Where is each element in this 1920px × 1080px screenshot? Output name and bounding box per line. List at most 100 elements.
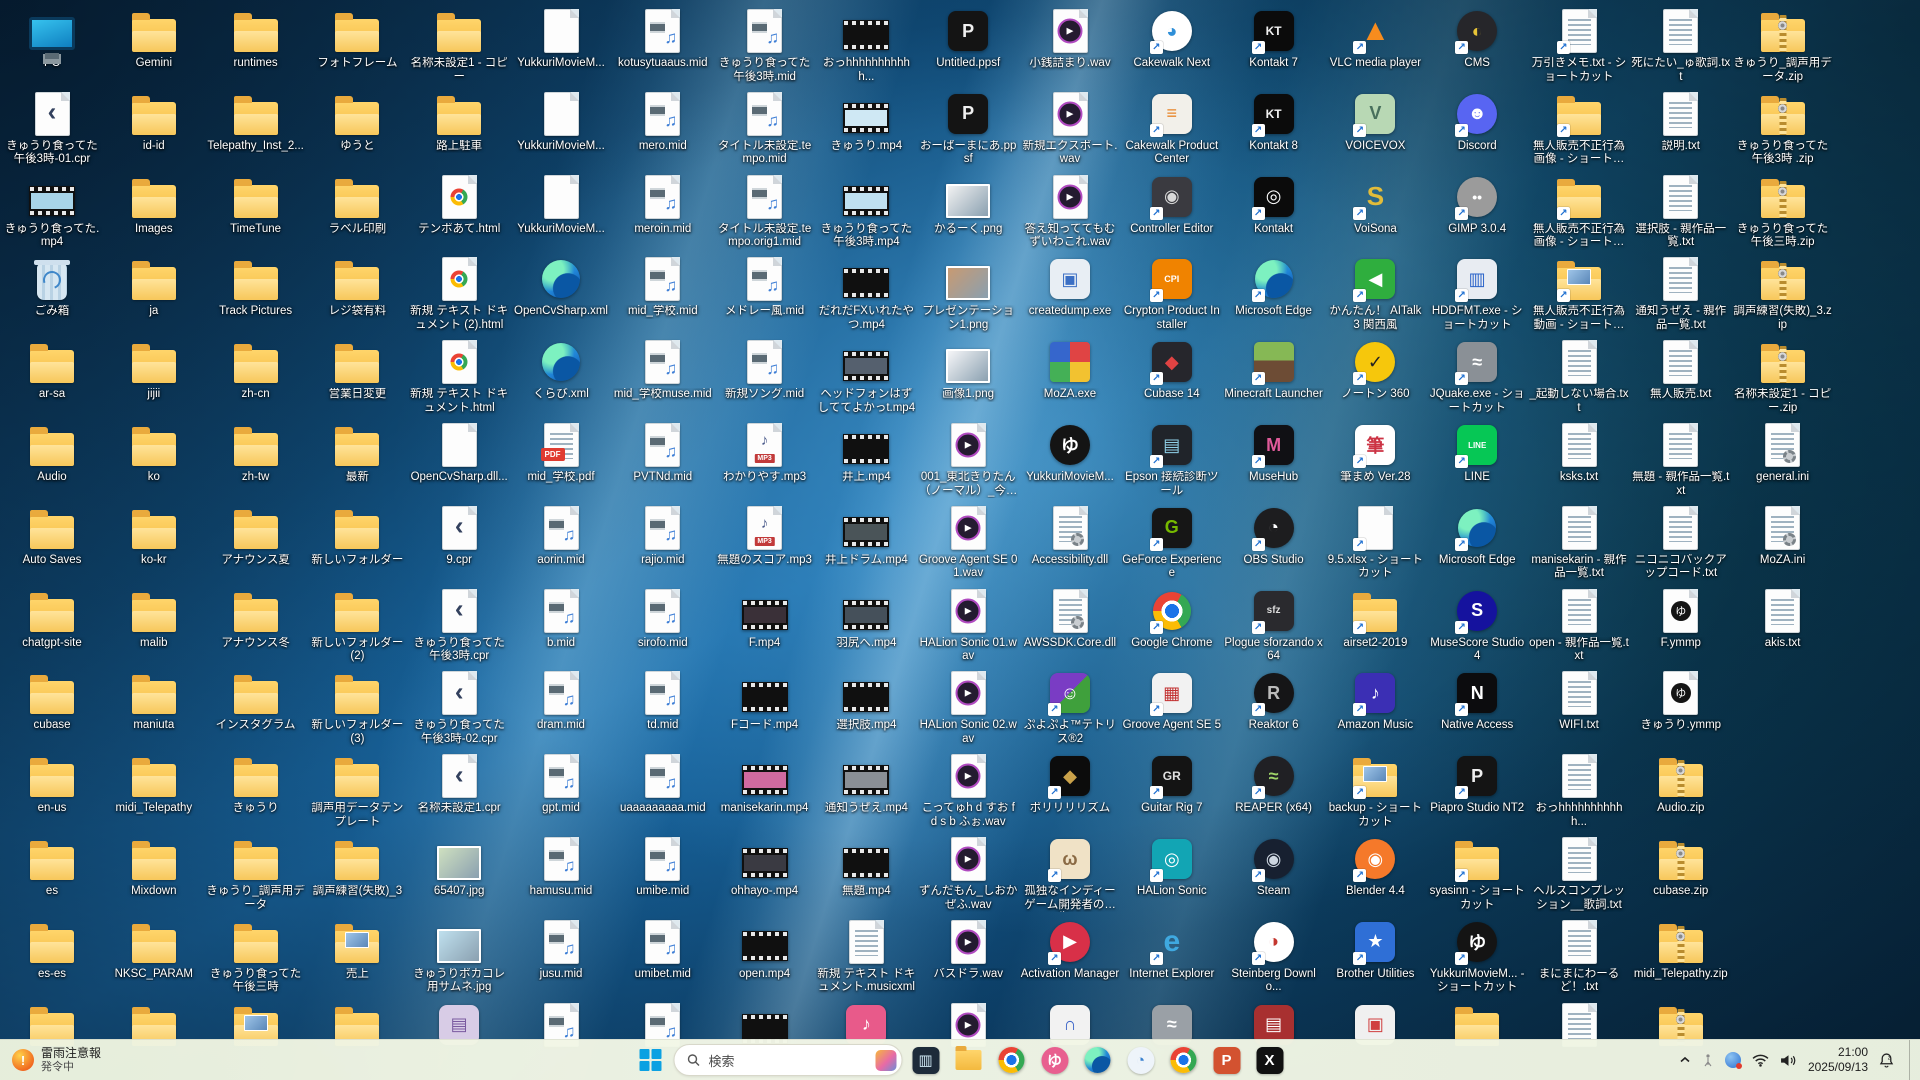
edge-button[interactable] xyxy=(1078,1040,1118,1080)
desktop-icon[interactable]: maniuta xyxy=(103,670,205,733)
notification-bell-icon[interactable]: z xyxy=(1879,1053,1894,1068)
desktop-icon[interactable]: akis.txt xyxy=(1732,588,1834,651)
desktop-icon[interactable]: ◉Steam xyxy=(1223,836,1325,899)
desktop-icon[interactable]: YukkuriMovieM... xyxy=(510,174,612,237)
desktop-icon[interactable]: ♫hamusu.mid xyxy=(510,836,612,899)
desktop-icon[interactable]: きゅうり xyxy=(205,753,307,816)
desktop-icon[interactable]: ニコニコバックアップコード.txt xyxy=(1630,505,1732,581)
desktop-icon[interactable]: 通知うぜえ - 親作品一覧.txt xyxy=(1630,256,1732,332)
desktop-icon[interactable]: ヘッドフォンはずしててよかっt.mp4 xyxy=(815,339,917,415)
desktop-icon[interactable]: ▶Activation Manager xyxy=(1019,919,1121,982)
desktop-icon[interactable]: 新規 テキスト ドキュメント (2).html xyxy=(408,256,510,332)
desktop-icon[interactable]: 無人販売.txt xyxy=(1630,339,1732,402)
desktop-icon[interactable]: きゅうり食ってた午後3時.mp4 xyxy=(815,174,917,250)
desktop-icon[interactable]: MoZA.exe xyxy=(1019,339,1121,402)
desktop-icon[interactable]: ごみ箱 xyxy=(1,256,103,319)
desktop-icon[interactable]: ♫mero.mid xyxy=(612,91,714,154)
desktop-icon[interactable]: Gemini xyxy=(103,8,205,71)
desktop-icon[interactable]: MoZA.ini xyxy=(1732,505,1834,568)
desktop-icon[interactable]: jijii xyxy=(103,339,205,402)
desktop-icon[interactable]: Google Chrome xyxy=(1121,588,1223,651)
desktop-icon[interactable]: ♫kotusytuaaus.mid xyxy=(612,8,714,71)
desktop-icon[interactable]: だれだFXいれたやつ.mp4 xyxy=(815,256,917,332)
desktop-icon[interactable]: GRGuitar Rig 7 xyxy=(1121,753,1223,816)
desktop-icon[interactable]: 名称未設定1 - コピー xyxy=(408,8,510,84)
desktop-icon[interactable]: ゆうと xyxy=(306,91,408,154)
desktop-icon[interactable]: Mixdown xyxy=(103,836,205,899)
chrome-button[interactable] xyxy=(992,1040,1032,1080)
desktop-icon[interactable]: 無人販売不正行為動画 - ショートカット xyxy=(1528,256,1630,332)
desktop-icon[interactable]: 9.5.xlsx - ショートカット xyxy=(1324,505,1426,581)
desktop-icon[interactable]: ♫rajio.mid xyxy=(612,505,714,568)
desktop-icon[interactable]: ◀かんたん！ AITalk 3 関西風 xyxy=(1324,256,1426,332)
desktop-icon[interactable]: ♫dram.mid xyxy=(510,670,612,733)
desktop-icon[interactable]: YukkuriMovieM... xyxy=(510,8,612,71)
desktop-icon[interactable]: ♫uaaaaaaaaa.mid xyxy=(612,753,714,816)
desktop-icon[interactable]: ゆきゅうり.ymmp xyxy=(1630,670,1732,733)
wifi-icon[interactable] xyxy=(1752,1054,1769,1067)
desktop-icon[interactable]: ‹名称未設定1.cpr xyxy=(408,753,510,816)
desktop-icon[interactable]: manisekarin.mp4 xyxy=(714,753,816,816)
desktop-icon[interactable]: ▤Epson 接続診断ツール xyxy=(1121,422,1223,498)
desktop-icon[interactable]: 死にたい_ゅ歌詞.txt xyxy=(1630,8,1732,84)
desktop-icon[interactable]: id-id xyxy=(103,91,205,154)
desktop-icon[interactable]: ♫b.mid xyxy=(510,588,612,651)
desktop-icon[interactable]: ◆Cubase 14 xyxy=(1121,339,1223,402)
desktop-icon[interactable]: 無題 - 親作品一覧.txt xyxy=(1630,422,1732,498)
desktop-icon[interactable]: ♫mid_学校.mid xyxy=(612,256,714,319)
desktop-icon[interactable]: ゆF.ymmp xyxy=(1630,588,1732,651)
desktop-icon[interactable]: Fコード.mp4 xyxy=(714,670,816,733)
desktop-icon[interactable]: ♫meroin.mid xyxy=(612,174,714,237)
desktop-icon[interactable]: YukkuriMovieM... xyxy=(510,91,612,154)
desktop-icon[interactable]: 選択肢 - 親作品一覧.txt xyxy=(1630,174,1732,250)
desktop-icon[interactable]: 営業日変更 xyxy=(306,339,408,402)
desktop-icon[interactable]: ✓ノートン 360 xyxy=(1324,339,1426,402)
desktop-icon[interactable]: ◉Controller Editor xyxy=(1121,174,1223,237)
desktop-icon[interactable]: 路上駐車 xyxy=(408,91,510,154)
desktop-icon[interactable]: ♫umibe.mid xyxy=(612,836,714,899)
desktop-icon[interactable]: cubase.zip xyxy=(1630,836,1732,899)
desktop-icon[interactable]: ♫mid_学校muse.mid xyxy=(612,339,714,402)
desktop-icon[interactable]: 筆筆まめ Ver.28 xyxy=(1324,422,1426,485)
desktop-icon[interactable]: PDFmid_学校.pdf xyxy=(510,422,612,485)
desktop-icon[interactable]: きゅうり食ってた午後三時.zip xyxy=(1732,174,1834,250)
desktop-icon[interactable]: ♫PVTNd.mid xyxy=(612,422,714,485)
desktop-icon[interactable]: きゅうり食ってた.mp4 xyxy=(1,174,103,250)
desktop-icon[interactable]: インスタグラム xyxy=(205,670,307,733)
desktop-icon[interactable]: 調声用データテンプレート xyxy=(306,753,408,829)
app-dark-button[interactable]: ▥ xyxy=(906,1040,946,1080)
desktop-icon[interactable]: GGeForce Experience xyxy=(1121,505,1223,581)
desktop-icon[interactable]: 井上ドラム.mp4 xyxy=(815,505,917,568)
desktop-icon[interactable]: ♫新規ソング.mid xyxy=(714,339,816,402)
desktop-icon[interactable]: chatgpt-site xyxy=(1,588,103,651)
desktop-icon[interactable]: PUntitled.ppsf xyxy=(917,8,1019,71)
desktop-icon[interactable]: Telepathy_Inst_2... xyxy=(205,91,307,154)
desktop-icon[interactable]: 選択肢.mp4 xyxy=(815,670,917,733)
desktop-icon[interactable]: ◎Kontakt xyxy=(1223,174,1325,237)
desktop-icon[interactable]: SVoiSona xyxy=(1324,174,1426,237)
desktop-icon[interactable]: OpenCvSharp.xml xyxy=(510,256,612,319)
desktop-icon[interactable]: フォトフレーム xyxy=(306,8,408,71)
desktop-icon[interactable]: ‹きゅうり食ってた午後3時.cpr xyxy=(408,588,510,664)
desktop-icon[interactable]: runtimes xyxy=(205,8,307,71)
desktop-icon[interactable]: Microsoft Edge xyxy=(1426,505,1528,568)
desktop-icon[interactable]: ▶HALion Sonic 01.wav xyxy=(917,588,1019,664)
desktop-icon[interactable]: ja xyxy=(103,256,205,319)
start-button[interactable] xyxy=(631,1040,671,1080)
desktop-icon[interactable]: Accessibility.dll xyxy=(1019,505,1121,568)
desktop-icon[interactable]: ▶ずんだもん_しおかぜふ.wav xyxy=(917,836,1019,912)
desktop-icon[interactable]: プレゼンテーション1.png xyxy=(917,256,1019,332)
desktop-icon[interactable]: F.mp4 xyxy=(714,588,816,651)
desktop-icon[interactable]: きゅうり.mp4 xyxy=(815,91,917,154)
desktop-icon[interactable]: ♪MP3無題のスコア.mp3 xyxy=(714,505,816,568)
desktop-icon[interactable]: ♫sirofo.mid xyxy=(612,588,714,651)
desktop-icon[interactable]: PC xyxy=(1,8,103,71)
desktop-icon[interactable]: general.ini xyxy=(1732,422,1834,485)
desktop-icon[interactable]: cubase xyxy=(1,670,103,733)
desktop-icon[interactable]: Microsoft Edge xyxy=(1223,256,1325,319)
desktop-icon[interactable]: ラベル印刷 xyxy=(306,174,408,237)
desktop-icon[interactable]: zh-cn xyxy=(205,339,307,402)
desktop-icon[interactable]: 通知うぜえ.mp4 xyxy=(815,753,917,816)
desktop-icon[interactable]: Audio xyxy=(1,422,103,485)
desktop-icon[interactable]: syasinn - ショートカット xyxy=(1426,836,1528,912)
